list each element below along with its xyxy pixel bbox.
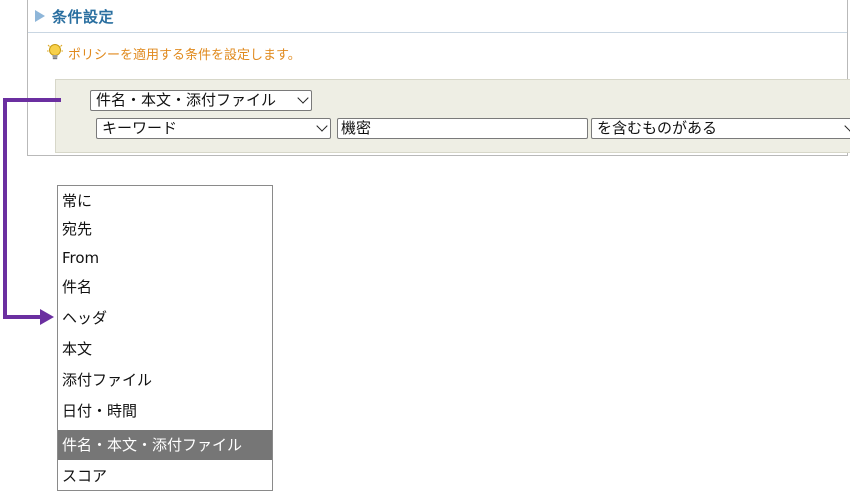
callout-arrow — [3, 98, 61, 325]
